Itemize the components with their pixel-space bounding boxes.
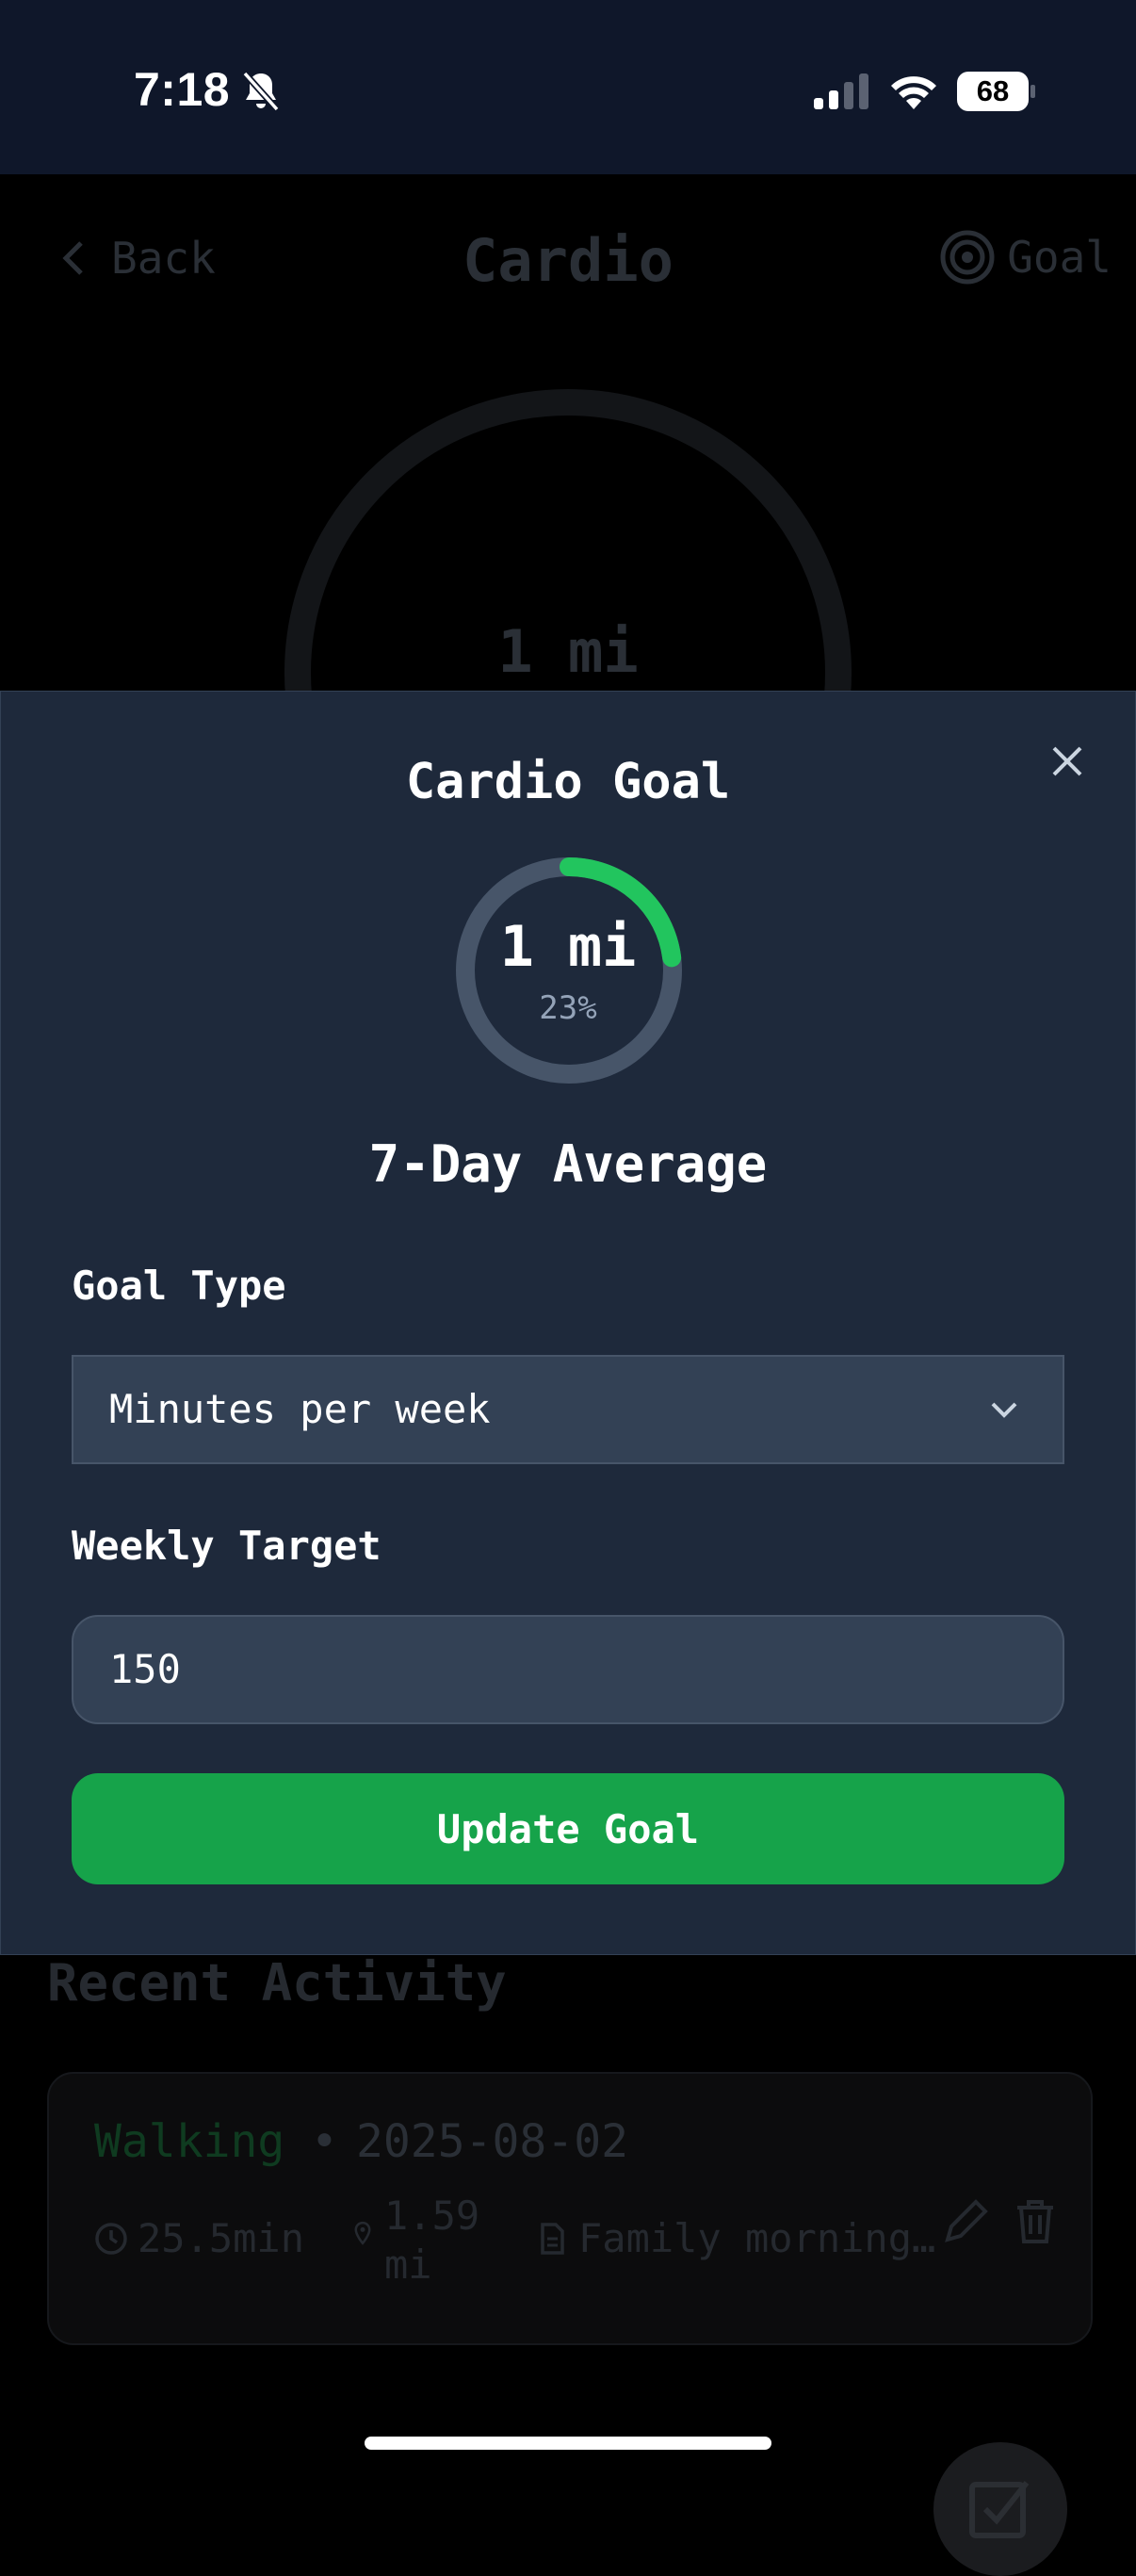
battery-level: 68 [976,74,1010,107]
activity-distance-number: 1.59 [384,2193,480,2239]
chevron-down-icon [991,1402,1017,1418]
activity-date: 2025-08-02 [356,2115,628,2168]
goal-label: Goal [1007,232,1112,283]
goal-button[interactable]: Goal [939,229,1112,285]
update-goal-button[interactable]: Update Goal [72,1773,1064,1884]
activity-duration: 25.5min [94,2215,304,2261]
checkbox-edit-icon [969,2481,1030,2538]
activity-note: Family morning… [535,2215,935,2261]
pencil-icon[interactable] [940,2196,991,2247]
status-bar: 7:18 68 [0,0,1136,174]
activity-separator: • [311,2115,338,2168]
location-pin-icon [354,2221,371,2245]
trash-icon[interactable] [1010,2196,1061,2247]
activity-distance: 1.59 mi [384,2192,479,2290]
page-header: Back Cardio Goal [0,174,1136,344]
goal-type-value: Minutes per week [109,1386,491,1432]
ring-value-background: 1 mi [497,617,639,686]
goal-type-select[interactable]: Minutes per week [72,1355,1064,1464]
log-activity-button[interactable] [933,2442,1067,2576]
document-icon [541,2222,564,2255]
goal-modal: Cardio Goal 1 mi 23% 7-Day Average Goal … [0,691,1136,1955]
goal-type-label: Goal Type [72,1263,286,1309]
activity-name: Walking [94,2115,285,2168]
home-indicator[interactable] [365,2437,771,2450]
activity-distance-pin [350,2221,375,2245]
bell-slash-icon [242,71,280,112]
ring-value: 1 mi [499,914,637,980]
average-label: 7-Day Average [368,1134,768,1194]
weekly-target-value: 150 [109,1646,181,1692]
activity-note-text: Family morning… [578,2215,936,2261]
modal-title: Cardio Goal [405,754,731,810]
clock-icon [95,2222,127,2255]
target-icon [940,230,995,285]
ring-percent: 23% [539,989,597,1027]
activity-distance-unit: mi [384,2242,432,2288]
weekly-target-input[interactable]: 150 [72,1615,1064,1724]
activity-card[interactable]: Walking • 2025-08-02 25.5min 1.59 mi Fam… [47,2072,1093,2345]
activity-duration-value: 25.5min [138,2215,305,2261]
signal-icon [814,73,868,109]
recent-activity-title: Recent Activity [47,1953,507,2013]
weekly-target-label: Weekly Target [72,1523,381,1569]
status-time: 7:18 [134,63,231,116]
wifi-icon [891,76,936,109]
